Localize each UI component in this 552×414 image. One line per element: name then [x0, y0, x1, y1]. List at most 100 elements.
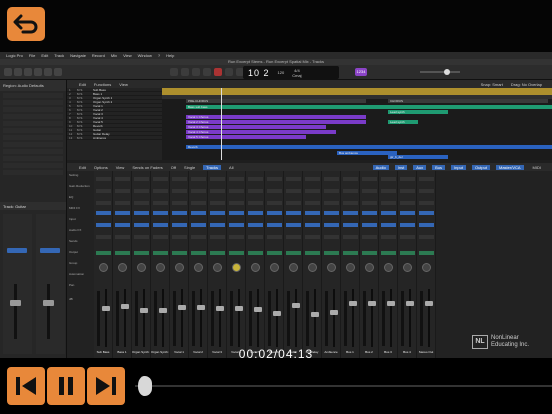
audio-fx-slot[interactable] [115, 211, 130, 215]
library-icon[interactable] [4, 68, 12, 76]
tracks-functions-menu[interactable]: Functions [94, 82, 111, 87]
send-slot[interactable] [248, 223, 263, 227]
tracks-view-menu[interactable]: View [119, 82, 128, 87]
send-slot[interactable] [115, 223, 130, 227]
sends-on-faders-select[interactable]: Off [171, 165, 176, 170]
automation-button[interactable] [115, 251, 130, 255]
pan-knob[interactable] [346, 263, 355, 272]
output-slot[interactable] [381, 235, 396, 239]
output-slot[interactable] [172, 235, 187, 239]
fader-cap[interactable] [102, 306, 110, 312]
fader-cap[interactable] [425, 301, 433, 306]
setting-slot[interactable] [153, 177, 168, 181]
eq-slot[interactable] [267, 189, 282, 193]
automation-button[interactable] [381, 251, 396, 255]
drag-setting[interactable]: Drag: No Overlap [511, 82, 542, 87]
input-slot[interactable] [229, 201, 244, 205]
fader-cap[interactable] [140, 308, 148, 314]
eq-slot[interactable] [115, 189, 130, 193]
input-slot[interactable] [343, 201, 358, 205]
pan-knob[interactable] [365, 263, 374, 272]
output-slot[interactable] [153, 235, 168, 239]
setting-slot[interactable] [248, 177, 263, 181]
region[interactable]: gtr_b_del [388, 155, 448, 159]
fader-cap[interactable] [159, 308, 167, 314]
fader-cap[interactable] [311, 311, 319, 317]
record-icon[interactable] [214, 68, 222, 76]
automation-button[interactable] [286, 251, 301, 255]
cycle-icon[interactable] [225, 68, 233, 76]
stop-icon[interactable] [192, 68, 200, 76]
output-slot[interactable] [419, 235, 434, 239]
output-slot[interactable] [286, 235, 301, 239]
pan-knob[interactable] [327, 263, 336, 272]
tracks-timeline[interactable]: PRE-CHORUS CHORUS Bass sub bass Vocal 1 … [162, 88, 552, 160]
automation-button[interactable] [362, 251, 377, 255]
audio-fx-slot[interactable] [191, 211, 206, 215]
pan-knob[interactable] [384, 263, 393, 272]
setting-slot[interactable] [96, 177, 111, 181]
input-slot[interactable] [362, 201, 377, 205]
output-slot[interactable] [248, 235, 263, 239]
pan-knob[interactable] [99, 263, 108, 272]
region[interactable]: Vocal 2 Chorus [186, 120, 366, 124]
pan-knob[interactable] [156, 263, 165, 272]
lcd-display[interactable]: 10 2 120 4/4 Cmaj [243, 66, 339, 79]
menu-item[interactable]: Navigate [70, 53, 86, 58]
automation-button[interactable] [305, 251, 320, 255]
menu-item[interactable]: Edit [41, 53, 48, 58]
fader-cap[interactable] [43, 300, 54, 306]
input-slot[interactable] [153, 201, 168, 205]
automation-button[interactable] [134, 251, 149, 255]
input-slot[interactable] [286, 201, 301, 205]
marker-prechorus[interactable]: PRE-CHORUS [186, 99, 366, 103]
automation-button[interactable] [419, 251, 434, 255]
eq-slot[interactable] [229, 189, 244, 193]
audio-fx-slot[interactable] [229, 211, 244, 215]
mixer-filter-button[interactable]: Output [471, 164, 490, 170]
input-slot[interactable] [96, 201, 111, 205]
pan-knob[interactable] [194, 263, 203, 272]
output-slot[interactable] [229, 235, 244, 239]
eq-slot[interactable] [191, 189, 206, 193]
output-slot[interactable] [267, 235, 282, 239]
pan-knob[interactable] [175, 263, 184, 272]
pan-knob[interactable] [137, 263, 146, 272]
input-slot[interactable] [419, 201, 434, 205]
inspector-track-header[interactable]: Track: Guitar [0, 202, 66, 210]
menu-item[interactable]: Track [54, 53, 64, 58]
setting-slot[interactable] [191, 177, 206, 181]
automation-button[interactable] [153, 251, 168, 255]
audio-fx-slot[interactable] [153, 211, 168, 215]
mode-tracks[interactable]: Tracks [203, 164, 222, 170]
input-slot[interactable] [305, 201, 320, 205]
inspector-icon[interactable] [14, 68, 22, 76]
pan-knob[interactable] [270, 263, 279, 272]
fader-cap[interactable] [292, 303, 300, 309]
fader-cap[interactable] [273, 310, 281, 316]
editors-icon[interactable] [54, 68, 62, 76]
inspector-region-header[interactable]: Region: Audio Defaults [0, 80, 66, 91]
audio-fx-slot[interactable] [96, 211, 111, 215]
audio-fx-slot[interactable] [381, 211, 396, 215]
automation-button[interactable] [343, 251, 358, 255]
send-slot[interactable] [362, 223, 377, 227]
menu-item[interactable]: Help [166, 53, 174, 58]
output-slot[interactable] [191, 235, 206, 239]
playhead[interactable] [221, 88, 222, 160]
rewind-icon[interactable] [170, 68, 178, 76]
fader-cap[interactable] [330, 310, 338, 315]
fader-cap[interactable] [178, 304, 186, 310]
mixer-filter-button[interactable]: MIDI [530, 165, 544, 170]
smart-controls-icon[interactable] [34, 68, 42, 76]
input-slot[interactable] [134, 201, 149, 205]
menu-item[interactable]: ? [158, 53, 160, 58]
mixer-filter-button[interactable]: Inst [394, 164, 408, 170]
fader-cap[interactable] [349, 301, 357, 306]
audio-fx-slot[interactable] [400, 211, 415, 215]
back-button[interactable] [7, 7, 45, 41]
send-slot[interactable] [96, 223, 111, 227]
input-slot[interactable] [172, 201, 187, 205]
eq-slot[interactable] [248, 189, 263, 193]
master-volume-slider[interactable] [420, 69, 460, 75]
